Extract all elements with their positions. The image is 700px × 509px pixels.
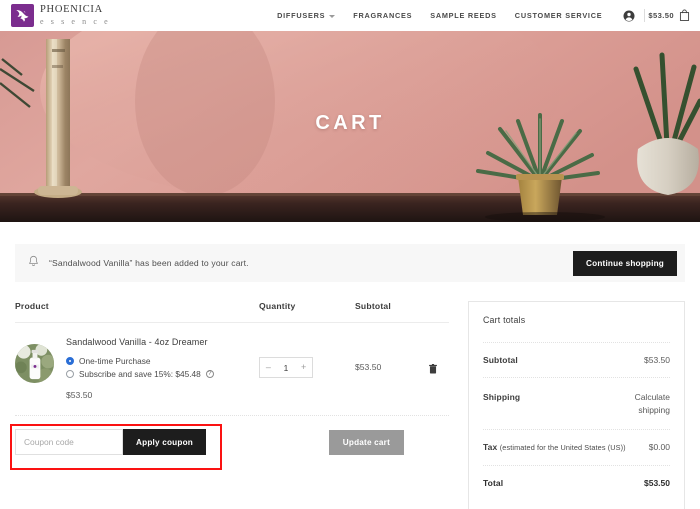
quantity-value[interactable]: 1 [277, 363, 295, 373]
calculate-shipping-link[interactable]: Calculate shipping [635, 391, 670, 416]
product-bottle-thumbnail[interactable] [15, 344, 54, 383]
nav-item-label: FRAGRANCES [353, 11, 413, 20]
cart-totals-panel: Cart totals Subtotal $53.50 Shipping Cal… [468, 301, 685, 509]
user-account-icon[interactable] [617, 10, 641, 22]
radio-subscribe-save[interactable] [66, 370, 74, 378]
totals-label: Subtotal [483, 355, 518, 365]
nav-item-fragrances[interactable]: FRAGRANCES [344, 11, 421, 20]
totals-value: $0.00 [648, 441, 670, 452]
bell-icon [28, 254, 39, 272]
quantity-stepper[interactable]: – 1 + [259, 357, 313, 378]
column-header-quantity: Quantity [259, 301, 296, 311]
remove-item-button[interactable] [429, 336, 449, 379]
cart-table-header: Product Quantity Subtotal [15, 301, 449, 323]
cart-total-button[interactable]: $53.50 [648, 9, 692, 23]
column-header-product: Product [15, 301, 49, 311]
nav-item-customer-service[interactable]: CUSTOMER SERVICE [506, 11, 612, 20]
notice-message: “Sandalwood Vanilla” has been added to y… [49, 258, 249, 268]
purchase-option-label: One-time Purchase [79, 356, 151, 366]
nav-item-sample-reeds[interactable]: SAMPLE REEDS [421, 11, 506, 20]
page-title: CART [315, 112, 385, 134]
chevron-down-icon [329, 14, 336, 18]
nav-item-label: SAMPLE REEDS [430, 11, 497, 20]
product-price: $53.50 [66, 390, 93, 400]
apply-coupon-button[interactable]: Apply coupon [123, 429, 206, 455]
totals-label: Tax (estimated for the United States (US… [483, 441, 626, 454]
cart-amount-label: $53.50 [648, 11, 674, 20]
totals-value: $53.50 [644, 477, 670, 488]
totals-row-subtotal: Subtotal $53.50 [483, 342, 670, 377]
brand-logo[interactable]: PHOENICIA e s s e n c e [11, 4, 110, 27]
totals-row-shipping: Shipping Calculate shipping [483, 377, 670, 429]
row-subtotal: $53.50 [355, 362, 382, 372]
purchase-option-label: Subscribe and save 15%: $45.48 [79, 369, 201, 379]
purchase-option-subscribe[interactable]: Subscribe and save 15%: $45.48 ? [66, 369, 214, 379]
table-row: Sandalwood Vanilla - 4oz Dreamer One-tim… [15, 323, 449, 416]
cart-notice-banner: “Sandalwood Vanilla” has been added to y… [15, 244, 685, 282]
purchase-option-one-time[interactable]: One-time Purchase [66, 356, 214, 366]
update-cart-button[interactable]: Update cart [328, 429, 404, 455]
cart-table: Product Quantity Subtotal Sandalwood Van… [10, 301, 449, 470]
trash-icon [429, 361, 437, 378]
radio-one-time-purchase[interactable] [66, 357, 74, 365]
product-name[interactable]: Sandalwood Vanilla - 4oz Dreamer [66, 337, 214, 347]
nav-item-label: DIFFUSERS [277, 11, 326, 20]
info-icon[interactable]: ? [205, 370, 214, 378]
coupon-code-input[interactable] [15, 429, 123, 455]
quantity-increment-button[interactable]: + [295, 358, 312, 377]
totals-label: Total [483, 477, 504, 488]
column-header-subtotal: Subtotal [355, 301, 391, 311]
nav-item-label: CUSTOMER SERVICE [514, 11, 603, 20]
site-header: PHOENICIA e s s e n c e DIFFUSERS FRAGRA… [0, 0, 700, 31]
totals-label-main: Tax [483, 441, 500, 452]
nav-divider [644, 9, 646, 22]
quantity-decrement-button[interactable]: – [260, 358, 277, 377]
totals-row-total: Total $53.50 [483, 464, 670, 500]
brand-name: PHOENICIA [40, 4, 103, 16]
totals-value: $53.50 [644, 355, 670, 365]
totals-label-note: (estimated for the United States (US)) [499, 442, 626, 452]
brand-tagline: e s s e n c e [40, 16, 111, 26]
hero-banner: CART [0, 31, 700, 222]
page-content: “Sandalwood Vanilla” has been added to y… [0, 244, 700, 509]
totals-row-tax: Tax (estimated for the United States (US… [483, 428, 670, 465]
continue-shopping-button[interactable]: Continue shopping [573, 250, 677, 276]
phoenix-bird-icon [11, 4, 34, 27]
nav-item-diffusers[interactable]: DIFFUSERS [268, 11, 344, 20]
main-navigation: DIFFUSERS FRAGRANCES SAMPLE REEDS CUSTOM… [268, 9, 692, 23]
totals-label: Shipping [483, 392, 521, 403]
shopping-bag-icon [679, 9, 690, 23]
cart-totals-title: Cart totals [483, 315, 526, 325]
coupon-section: Apply coupon Update cart [10, 416, 449, 470]
